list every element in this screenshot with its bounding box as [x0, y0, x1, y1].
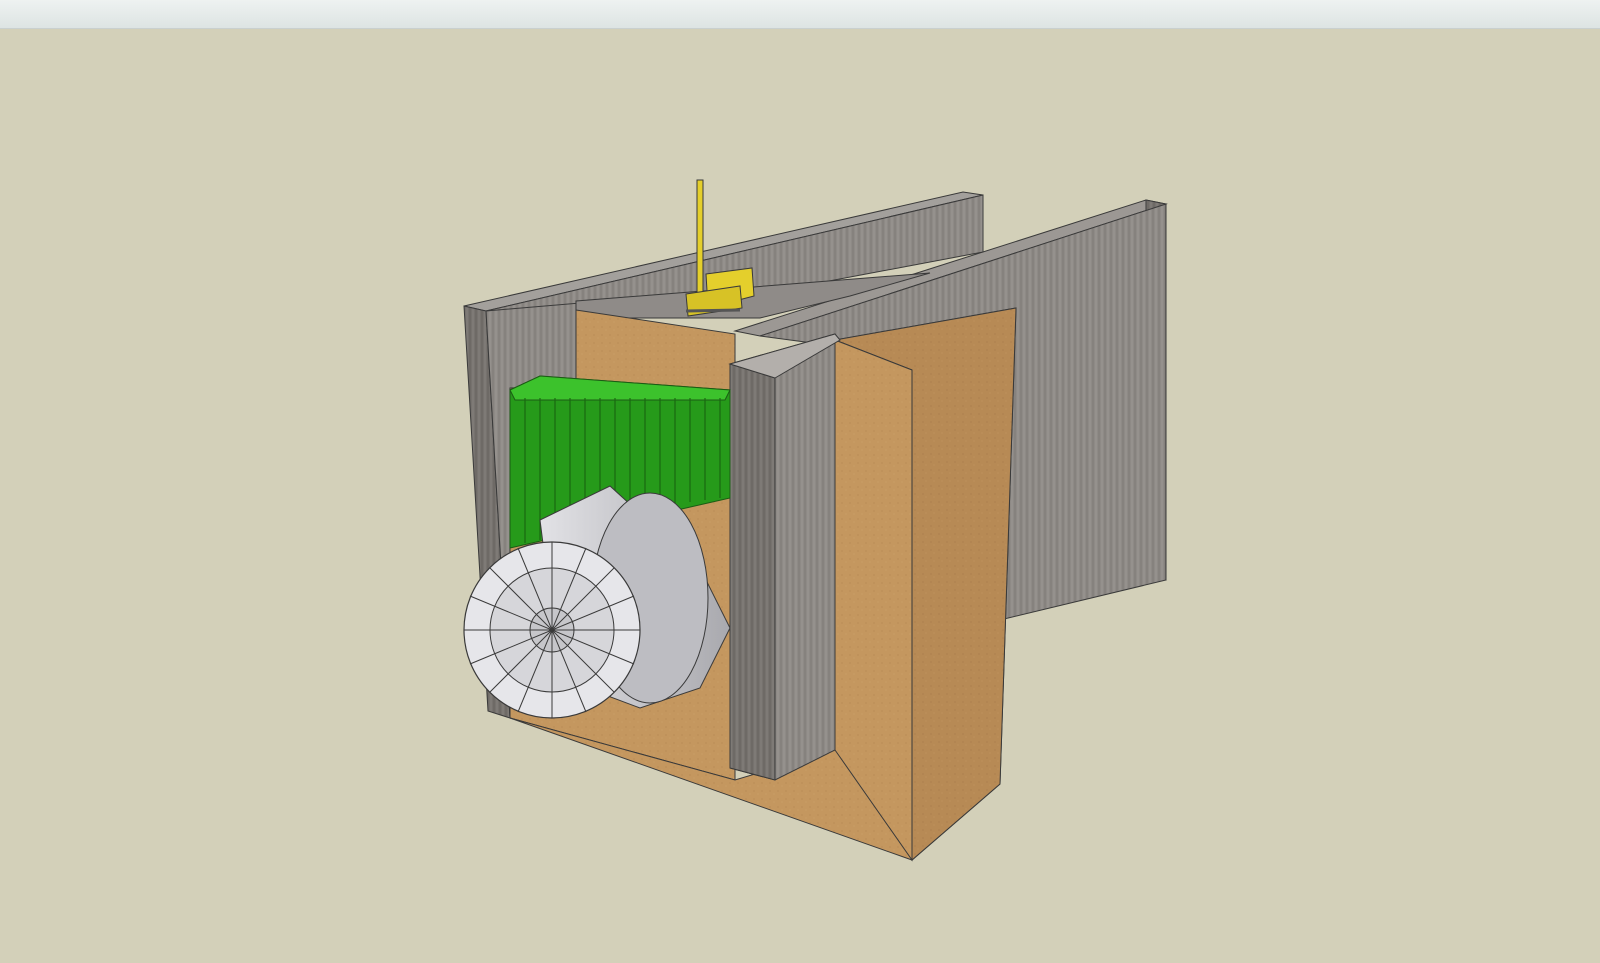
cutterhead[interactable] — [463, 541, 641, 719]
window-title-bar — [0, 0, 1600, 29]
3d-viewport[interactable] — [0, 28, 1600, 963]
diaphragm-wall-front[interactable] — [728, 333, 841, 781]
model-scene[interactable] — [0, 28, 1600, 963]
